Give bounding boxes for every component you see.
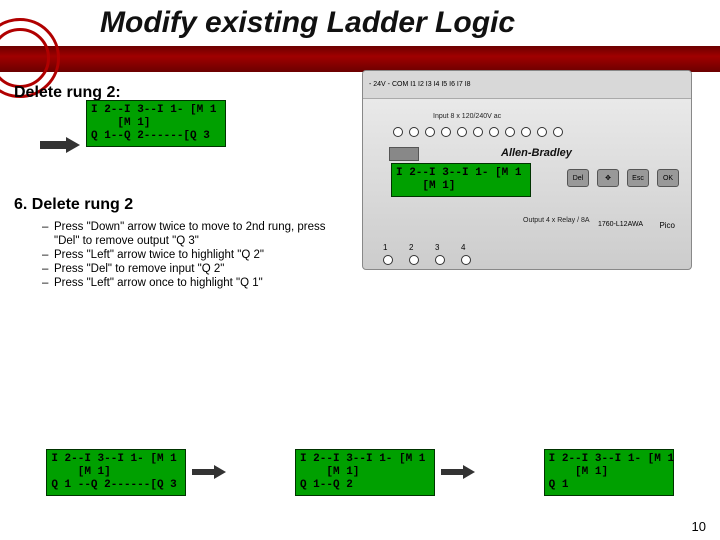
device-brand-label: Allen-Bradley	[501, 147, 572, 159]
ladder-line: [M 1]	[91, 117, 221, 130]
device-ok-button: OK	[657, 169, 679, 187]
device-dpad-icon: ✥	[597, 169, 619, 187]
ladder-display-device: I 2--I 3--I 1- [M 1 [M 1]	[391, 163, 531, 197]
ladder-line: I 2--I 3--I 1- [M 1	[549, 453, 669, 466]
ladder-line: [M 1]	[396, 180, 526, 193]
instruction-item: Press "Left" arrow twice to highlight "Q…	[42, 248, 352, 262]
device-top-labels: - 24V - COM I1 I2 I3 I4 I5 I6 I7 I8	[369, 81, 471, 88]
ladder-display-step-2: I 2--I 3--I 1- [M 1 [M 1] Q 1--Q 2	[295, 449, 435, 496]
device-output-label: Output 4 x Relay / 8A	[523, 217, 590, 224]
device-pico-label: Pico	[659, 221, 675, 230]
instruction-item: Press "Del" to remove input "Q 2"	[42, 262, 352, 276]
ladder-line: [M 1]	[300, 466, 430, 479]
ladder-line: I 2--I 3--I 1- [M 1	[300, 453, 430, 466]
device-button-row: Del ✥ Esc OK	[567, 169, 679, 187]
arrow-icon	[441, 465, 475, 479]
instruction-item: Press "Left" arrow once to highlight "Q …	[42, 276, 352, 290]
content-area: Delete rung 2: I 2--I 3--I 1- [M 1 [M 1]…	[0, 70, 720, 290]
ladder-display-step-3: I 2--I 3--I 1- [M 1 [M 1] Q 1	[544, 449, 674, 496]
ladder-line: Q 1 --Q 2------[Q 3	[51, 479, 181, 492]
ladder-line: Q 1--Q 2	[300, 479, 430, 492]
device-bottom-terminals: 1 2 3 4	[383, 237, 471, 265]
terminal-number: 4	[461, 243, 465, 252]
device-del-button: Del	[567, 169, 589, 187]
ladder-line: I 2--I 3--I 1- [M 1	[91, 104, 221, 117]
instruction-item: Press "Down" arrow twice to move to 2nd …	[42, 220, 352, 248]
title-bar: Modify existing Ladder Logic	[0, 0, 720, 70]
device-esc-button: Esc	[627, 169, 649, 187]
ladder-line: [M 1]	[549, 466, 669, 479]
page-title: Modify existing Ladder Logic	[100, 6, 515, 40]
device-chip-icon	[389, 147, 419, 161]
device-terminal-row	[393, 127, 563, 137]
ladder-display-initial: I 2--I 3--I 1- [M 1 [M 1] Q 1--Q 2------…	[86, 100, 226, 147]
ladder-line: I 2--I 3--I 1- [M 1	[396, 167, 526, 180]
page-number: 10	[692, 519, 706, 534]
ladder-line: Q 1	[549, 479, 669, 492]
device-top-terminals: - 24V - COM I1 I2 I3 I4 I5 I6 I7 I8	[363, 71, 691, 99]
sequence-strip: I 2--I 3--I 1- [M 1 [M 1] Q 1 --Q 2-----…	[0, 442, 720, 502]
decorative-band	[0, 46, 720, 72]
ladder-line: [M 1]	[51, 466, 181, 479]
ladder-line: I 2--I 3--I 1- [M 1	[51, 453, 181, 466]
device-input-label: Input 8 x 120/240V ac	[433, 113, 501, 120]
terminal-number: 2	[409, 243, 413, 252]
arrow-icon	[40, 137, 80, 153]
terminal-number: 1	[383, 243, 387, 252]
device-screen-slot: I 2--I 3--I 1- [M 1 [M 1]	[391, 163, 531, 211]
instruction-list: Press "Down" arrow twice to move to 2nd …	[42, 220, 352, 290]
arrow-icon	[192, 465, 226, 479]
plc-device-illustration: - 24V - COM I1 I2 I3 I4 I5 I6 I7 I8 Inpu…	[362, 70, 692, 270]
device-part-number: 1760-L12AWA	[598, 221, 643, 228]
ladder-display-step-1: I 2--I 3--I 1- [M 1 [M 1] Q 1 --Q 2-----…	[46, 449, 186, 496]
ladder-line: Q 1--Q 2------[Q 3	[91, 130, 221, 143]
terminal-number: 3	[435, 243, 439, 252]
